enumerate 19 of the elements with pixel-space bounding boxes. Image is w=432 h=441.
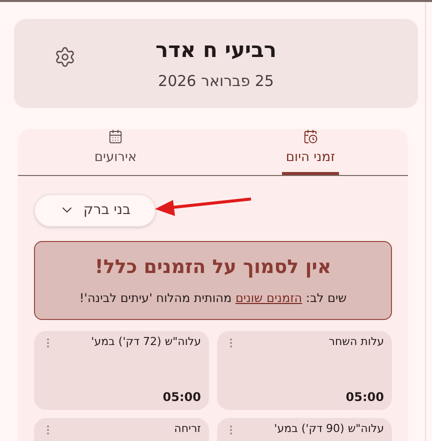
calendar-clock-icon <box>303 129 318 144</box>
calendar-icon <box>108 129 123 144</box>
warning-title: אין לסמוך על הזמנים כלל! <box>94 254 332 280</box>
time-name: עלוה"ש (72 דק') במע' <box>91 334 201 348</box>
day-title: רביעי ח אדר <box>155 36 277 64</box>
time-name: עלוה"ש (90 דק') במע' <box>274 422 384 436</box>
warning-text: שים לב: הזמנים שונים מהותית מהלוח 'עיתים לבינה'! <box>79 290 347 308</box>
time-card[interactable]: עלוה"ש (90 דק') במע' <box>217 418 392 441</box>
tab[interactable]: זמני היום <box>213 129 408 174</box>
time-card[interactable]: זריחה <box>34 418 209 441</box>
date-text: 25 פברואר 2026 <box>158 71 274 92</box>
time-value: 05:00 <box>344 388 384 406</box>
times-link[interactable]: הזמנים שונים <box>235 291 302 306</box>
settings-icon <box>54 46 76 68</box>
time-value: 05:00 <box>162 388 201 406</box>
tab[interactable]: אירועים <box>18 129 213 174</box>
time-name: עלות השחר <box>328 334 384 348</box>
location-dropdown[interactable]: בני ברק <box>34 194 156 226</box>
time-name: זריחה <box>174 422 201 436</box>
